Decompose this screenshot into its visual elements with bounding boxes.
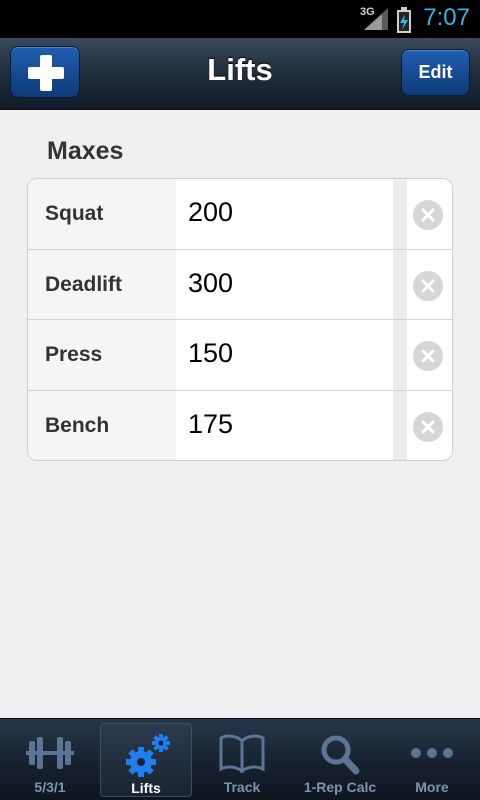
max-value-input[interactable]: 300 xyxy=(188,268,233,299)
navigation-header: Lifts Edit xyxy=(0,38,480,110)
status-bar: 3G 7:07 xyxy=(0,0,480,38)
tab-label: Lifts xyxy=(131,780,161,796)
gears-icon xyxy=(126,734,170,777)
edit-button[interactable]: Edit xyxy=(401,49,470,96)
row-divider xyxy=(393,391,407,460)
book-icon xyxy=(219,734,265,773)
clear-button[interactable] xyxy=(413,200,443,230)
max-row-press: Press 150 xyxy=(28,320,452,392)
maxes-table: Squat 200 Deadlift 300 Press 150 Bench 1… xyxy=(27,178,453,461)
clock: 7:07 xyxy=(423,4,470,31)
clear-x-icon xyxy=(421,349,435,363)
row-divider xyxy=(393,249,407,320)
clear-x-icon xyxy=(421,208,435,222)
max-value-input[interactable]: 175 xyxy=(188,409,233,440)
row-divider xyxy=(393,179,407,249)
max-value-input[interactable]: 150 xyxy=(188,338,233,369)
tab-531[interactable]: 5/3/1 xyxy=(4,719,96,800)
more-dots-icon xyxy=(411,748,453,758)
max-row-bench: Bench 175 xyxy=(28,391,452,460)
label-cell: Deadlift xyxy=(28,249,176,320)
max-value-input[interactable]: 200 xyxy=(188,197,233,228)
tab-bar: 5/3/1 Lifts Track 1-Rep Calc More xyxy=(0,718,480,800)
tab-label: 5/3/1 xyxy=(34,779,66,795)
tab-lifts[interactable]: Lifts xyxy=(100,723,192,797)
signal-icon xyxy=(364,8,388,30)
magnifier-icon xyxy=(321,735,360,775)
battery-charging-icon xyxy=(397,7,411,33)
clear-x-icon xyxy=(421,420,435,434)
lift-label: Squat xyxy=(45,202,104,225)
tab-more[interactable]: More xyxy=(386,719,478,800)
row-divider xyxy=(393,320,407,391)
tab-track[interactable]: Track xyxy=(196,719,288,800)
max-row-squat: Squat 200 xyxy=(28,179,452,250)
clear-x-icon xyxy=(421,279,435,293)
lift-label: Deadlift xyxy=(45,272,123,296)
label-cell: Squat xyxy=(28,179,176,249)
clear-button[interactable] xyxy=(413,341,443,372)
barbell-icon xyxy=(26,737,74,769)
tab-label: More xyxy=(415,779,449,795)
tab-1-rep-calc[interactable]: 1-Rep Calc xyxy=(294,719,386,800)
clear-button[interactable] xyxy=(413,412,443,443)
section-title: Maxes xyxy=(47,137,124,165)
max-row-deadlift: Deadlift 300 xyxy=(28,249,452,321)
clear-button[interactable] xyxy=(413,270,443,301)
label-cell: Bench xyxy=(28,391,176,460)
lift-label: Press xyxy=(45,343,103,367)
tab-label: Track xyxy=(223,779,261,795)
lift-label: Bench xyxy=(45,414,110,438)
tab-label: 1-Rep Calc xyxy=(303,779,377,795)
label-cell: Press xyxy=(28,320,176,391)
